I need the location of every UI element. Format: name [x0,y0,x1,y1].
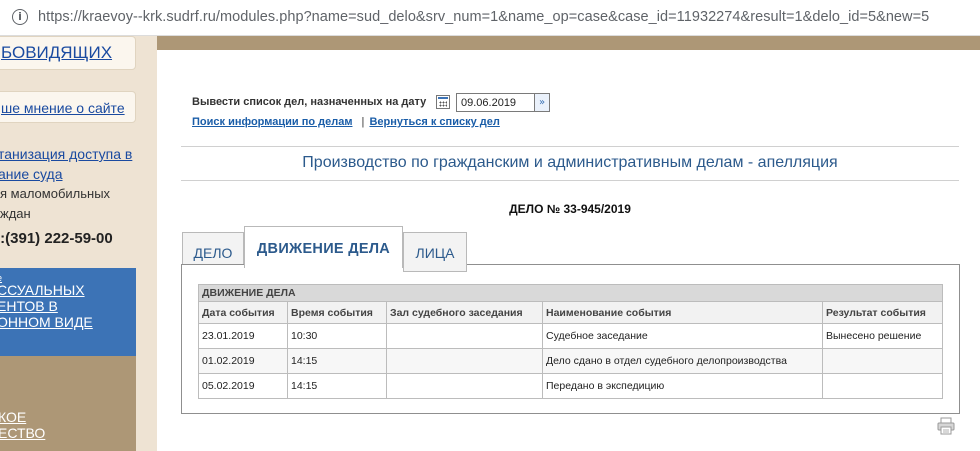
col-header-result: Результат события [822,301,943,324]
judicial-community-banner[interactable]: КОЕ ЕСТВО [0,356,136,451]
section-title: Производство по гражданским и администра… [302,154,838,171]
cell-event: Передано в экспедицию [542,373,823,399]
table-row: 23.01.2019 10:30 Судебное заседание Выне… [198,323,943,349]
divider-top [181,146,959,147]
visually-impaired-link-box[interactable]: БОВИДЯЩИХ [0,36,136,70]
cell-hall [386,348,543,374]
info-icon[interactable]: i [12,9,28,25]
cell-event: Судебное заседание [542,323,823,349]
table-row: 05.02.2019 14:15 Передано в экспедицию [198,373,943,399]
cell-time: 14:15 [287,348,387,374]
banner-line0: е [0,274,136,283]
main-content: Вывести список дел, назначенных на дату … [157,50,980,451]
cell-event: Дело сдано в отдел судебного делопроизво… [542,348,823,374]
url-path: kraevoy--krk.sudrf.ru/modules.php?name=s… [81,9,930,25]
brown-banner-line2[interactable]: ЕСТВО [0,425,136,441]
cell-date: 05.02.2019 [198,373,288,399]
cell-date: 23.01.2019 [198,323,288,349]
left-sidebar: БОВИДЯЩИХ ше мнение о сайте танизация до… [0,36,157,451]
header-strip [157,36,980,50]
cell-time: 14:15 [287,373,387,399]
accessibility-text-line1: я маломобильных [0,186,111,201]
back-to-list-link[interactable]: Вернуться к списку дел [369,116,499,128]
col-header-date: Дата события [198,301,288,324]
feedback-link[interactable]: ше мнение о сайте [1,100,125,116]
date-filter-label: Вывести список дел, назначенных на дату [192,96,427,108]
banner-line1[interactable]: ССУАЛЬНЫХ [0,282,136,298]
url-text[interactable]: https://kraevoy--krk.sudrf.ru/modules.ph… [38,9,929,25]
date-input[interactable] [456,93,535,112]
divider-bottom [181,180,959,181]
table-row: 01.02.2019 14:15 Дело сдано в отдел суде… [198,348,943,374]
visually-impaired-link[interactable]: БОВИДЯЩИХ [1,43,112,63]
tab-parties[interactable]: ЛИЦА [403,232,467,272]
cell-date: 01.02.2019 [198,348,288,374]
cell-result: Вынесено решение [822,323,943,349]
brown-banner-line1[interactable]: КОЕ [0,409,136,425]
address-bar[interactable]: i https://kraevoy--krk.sudrf.ru/modules.… [0,0,980,36]
cell-hall [386,323,543,349]
case-search-link[interactable]: Поиск информации по делам [192,116,352,128]
electronic-documents-banner[interactable]: е ССУАЛЬНЫХ ЕНТОВ В ОННОМ ВИДЕ [0,268,136,356]
feedback-link-box[interactable]: ше мнение о сайте [0,91,136,123]
accessibility-link-line1[interactable]: танизация доступа в [0,144,157,164]
accessibility-link-line2[interactable]: ание суда [0,164,157,184]
cell-result [822,348,943,374]
table-caption: ДВИЖЕНИЕ ДЕЛА [198,284,943,302]
movement-table: ДВИЖЕНИЕ ДЕЛА Дата события Время события… [198,284,943,399]
col-header-time: Время события [287,301,387,324]
print-icon[interactable] [937,417,955,435]
case-number: ДЕЛО № 33-945/2019 [509,202,631,216]
banner-line2[interactable]: ЕНТОВ В [0,298,136,314]
col-header-hall: Зал судебного заседания [386,301,543,324]
calendar-icon[interactable] [436,95,450,109]
cell-result [822,373,943,399]
phone-number: .:(391) 222-59-00 [0,230,113,247]
cell-hall [386,373,543,399]
url-scheme: https:// [38,9,82,25]
cell-time: 10:30 [287,323,387,349]
search-links: Поиск информации по делам | Вернуться к … [192,116,500,128]
tab-case-movement[interactable]: ДВИЖЕНИЕ ДЕЛА [244,226,403,268]
accessibility-block: танизация доступа в ание суда я маломоби… [0,144,157,251]
banner-line3[interactable]: ОННОМ ВИДЕ [0,314,136,330]
links-separator: | [361,116,365,128]
col-header-event: Наименование события [542,301,823,324]
tab-panel: ДВИЖЕНИЕ ДЕЛА Дата события Время события… [181,264,960,414]
accessibility-text-line2: ждан [0,206,31,221]
go-arrow-icon[interactable]: » [535,93,550,112]
